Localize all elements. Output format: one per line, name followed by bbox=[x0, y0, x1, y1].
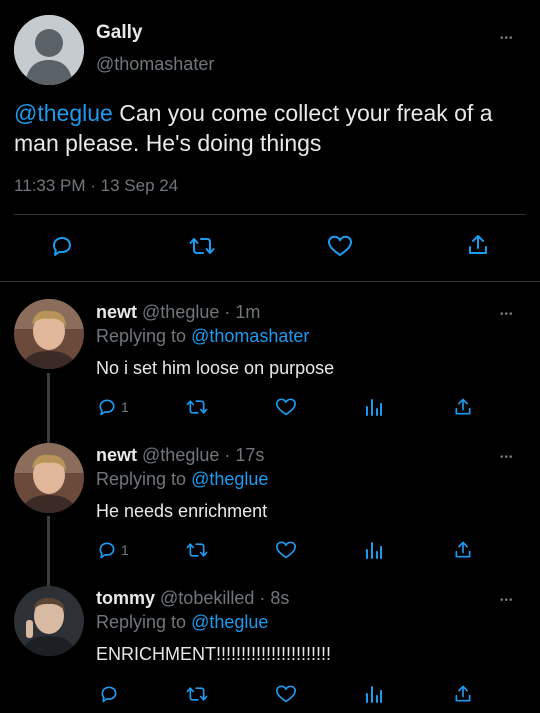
tweet-timestamp[interactable]: 11:33 PM · 13 Sep 24 bbox=[14, 176, 178, 196]
profile-photo-icon bbox=[14, 586, 84, 656]
profile-photo-icon bbox=[14, 299, 84, 369]
share-icon[interactable] bbox=[453, 397, 473, 417]
replying-to-link[interactable]: @theglue bbox=[191, 469, 268, 489]
profile-photo-icon bbox=[14, 443, 84, 513]
analytics-icon[interactable] bbox=[364, 684, 384, 704]
tweet-text: @theglue Can you come collect your freak… bbox=[14, 98, 524, 158]
retweet-icon[interactable] bbox=[186, 540, 208, 560]
retweet-icon[interactable] bbox=[186, 684, 208, 704]
replying-to-label: Replying to bbox=[96, 326, 187, 346]
mention-link[interactable]: @theglue bbox=[14, 100, 113, 126]
replying-to: Replying to @theglue bbox=[96, 469, 268, 490]
separator: · bbox=[224, 445, 231, 465]
avatar[interactable] bbox=[14, 15, 84, 85]
reply-count: 1 bbox=[121, 399, 129, 415]
reply-text: No i set him loose on purpose bbox=[96, 358, 335, 378]
more-options-button[interactable]: ••• bbox=[500, 453, 514, 463]
thread-line bbox=[47, 373, 50, 445]
reply-icon[interactable] bbox=[99, 684, 119, 704]
divider bbox=[0, 281, 540, 282]
reply-text: ENRICHMENT!!!!!!!!!!!!!!!!!!!!!!! bbox=[96, 644, 332, 664]
analytics-icon[interactable] bbox=[364, 397, 384, 417]
author-name[interactable]: newt bbox=[96, 445, 137, 465]
analytics-icon[interactable] bbox=[364, 540, 384, 560]
thread-line bbox=[47, 516, 50, 586]
default-profile-icon bbox=[14, 15, 84, 85]
author-handle[interactable]: @thomashater bbox=[96, 54, 214, 75]
author-name[interactable]: tommy bbox=[96, 588, 155, 608]
like-icon[interactable] bbox=[327, 234, 353, 258]
reply-icon[interactable] bbox=[97, 540, 117, 560]
reply-time[interactable]: 1m bbox=[235, 302, 260, 322]
like-icon[interactable] bbox=[275, 397, 297, 417]
reply-count: 1 bbox=[121, 542, 129, 558]
reply-header: tommy @tobekilled · 8s bbox=[96, 588, 289, 609]
retweet-icon[interactable] bbox=[189, 234, 215, 258]
retweet-icon[interactable] bbox=[186, 397, 208, 417]
reply-time[interactable]: 8s bbox=[270, 588, 289, 608]
author-handle[interactable]: @theglue bbox=[142, 445, 219, 465]
more-options-button[interactable]: ••• bbox=[500, 596, 514, 606]
avatar[interactable] bbox=[14, 586, 84, 656]
separator: · bbox=[259, 588, 266, 608]
tweet-time: 11:33 PM bbox=[14, 176, 86, 195]
separator: · bbox=[90, 176, 96, 195]
like-icon[interactable] bbox=[275, 540, 297, 560]
share-icon[interactable] bbox=[453, 684, 473, 704]
replying-to: Replying to @thomashater bbox=[96, 326, 309, 347]
reply-icon[interactable] bbox=[50, 234, 74, 258]
like-icon[interactable] bbox=[275, 684, 297, 704]
replying-to-label: Replying to bbox=[96, 612, 187, 632]
reply-icon[interactable] bbox=[97, 397, 117, 417]
reply-time[interactable]: 17s bbox=[235, 445, 264, 465]
author-handle[interactable]: @tobekilled bbox=[160, 588, 254, 608]
reply-header: newt @theglue · 1m bbox=[96, 302, 260, 323]
replying-to-link[interactable]: @theglue bbox=[191, 612, 268, 632]
divider bbox=[14, 214, 526, 215]
avatar[interactable] bbox=[14, 299, 84, 369]
replying-to: Replying to @theglue bbox=[96, 612, 268, 633]
author-name[interactable]: newt bbox=[96, 302, 137, 322]
more-options-button[interactable]: ••• bbox=[500, 310, 514, 320]
avatar[interactable] bbox=[14, 443, 84, 513]
share-icon[interactable] bbox=[453, 540, 473, 560]
reply-text: He needs enrichment bbox=[96, 501, 268, 521]
replying-to-label: Replying to bbox=[96, 469, 187, 489]
author-name[interactable]: Gally bbox=[96, 22, 142, 44]
reply-header: newt @theglue · 17s bbox=[96, 445, 264, 466]
author-handle[interactable]: @theglue bbox=[142, 302, 219, 322]
tweet-date: 13 Sep 24 bbox=[100, 176, 179, 195]
share-icon[interactable] bbox=[466, 233, 490, 257]
replying-to-link[interactable]: @thomashater bbox=[191, 326, 309, 346]
separator: · bbox=[224, 302, 231, 322]
more-options-button[interactable]: ••• bbox=[500, 34, 514, 44]
